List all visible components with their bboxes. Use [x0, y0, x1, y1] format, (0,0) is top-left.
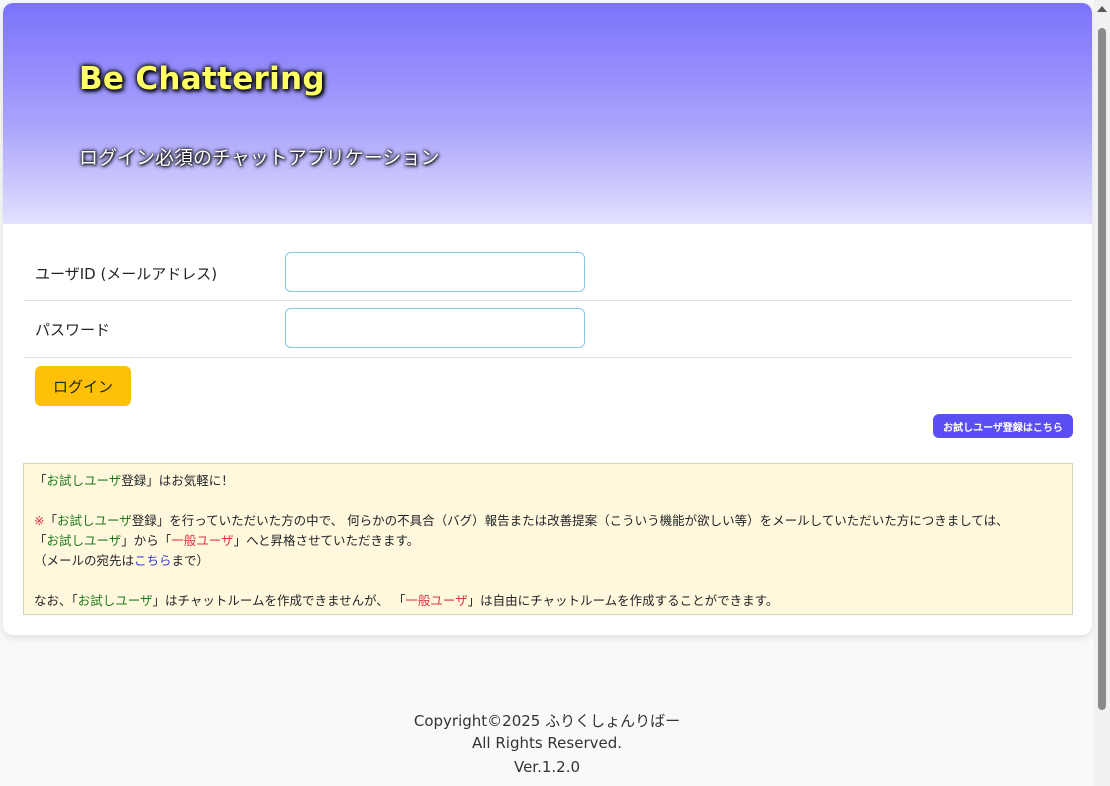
scroll-up-arrow-icon[interactable]: [1097, 6, 1107, 12]
footer: Copyright©2025 ふりくしょんりばー All Rights Rese…: [0, 658, 1094, 786]
password-row: パスワード: [23, 302, 1073, 358]
notice-line: （メールの宛先はこちらまで）: [34, 553, 210, 568]
login-button[interactable]: ログイン: [35, 366, 131, 406]
scrollbar-thumb[interactable]: [1098, 28, 1106, 710]
note-mark: ※: [34, 513, 45, 528]
password-input[interactable]: [285, 308, 585, 348]
userid-input[interactable]: [285, 252, 585, 292]
userid-label: ユーザID (メールアドレス): [35, 265, 218, 283]
userid-row: ユーザID (メールアドレス): [23, 247, 1073, 301]
notice-line: ※「お試しユーザ登録」を行っていただいた方の中で、 何らかの不具合（バグ）報告ま…: [34, 513, 1009, 528]
page: Be Chattering ログイン必須のチャットアプリケーション ユーザID …: [0, 0, 1110, 786]
copyright-text: Copyright©2025 ふりくしょんりばー: [413, 712, 681, 730]
rights-text: All Rights Reserved.: [471, 734, 623, 752]
mail-link[interactable]: こちら: [134, 553, 172, 568]
vertical-scrollbar[interactable]: [1094, 0, 1110, 786]
notice-box: 「お試しユーザ登録」はお気軽に！ ※「お試しユーザ登録」を行っていただいた方の中…: [23, 463, 1073, 615]
notice-line: なお、「お試しユーザ」はチャットルームを作成できませんが、 「一般ユーザ」は自由…: [34, 593, 779, 608]
trial-register-button[interactable]: お試しユーザ登録はこちら: [933, 414, 1073, 438]
login-card: Be Chattering ログイン必須のチャットアプリケーション ユーザID …: [3, 3, 1092, 635]
version-text: Ver.1.2.0: [513, 758, 581, 776]
app-subtitle: ログイン必須のチャットアプリケーション: [79, 147, 440, 169]
notice-line: 「お試しユーザ」から「一般ユーザ」へと昇格させていただきます。: [34, 533, 420, 548]
header-banner: Be Chattering ログイン必須のチャットアプリケーション: [3, 3, 1092, 224]
app-title: Be Chattering: [79, 61, 325, 97]
password-label: パスワード: [35, 321, 111, 339]
notice-line: 「お試しユーザ登録」はお気軽に！: [34, 473, 234, 488]
